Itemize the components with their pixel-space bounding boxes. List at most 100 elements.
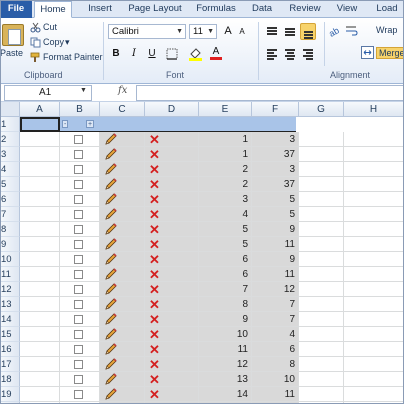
cell-g[interactable] <box>299 162 344 177</box>
expand-icon[interactable]: + <box>86 120 95 128</box>
delete-x-icon[interactable]: ✕ <box>149 148 160 161</box>
cell-b[interactable] <box>60 192 100 207</box>
cell-g[interactable] <box>299 357 344 372</box>
cell-h[interactable] <box>344 327 404 342</box>
pencil-icon[interactable] <box>104 193 118 206</box>
fill-color-icon[interactable] <box>188 46 204 61</box>
cell-h[interactable] <box>344 177 404 192</box>
delete-x-icon[interactable]: ✕ <box>149 133 160 146</box>
cell-a[interactable] <box>20 342 60 357</box>
pencil-icon[interactable] <box>104 328 118 341</box>
cell-a[interactable] <box>20 252 60 267</box>
cell-f[interactable]: 11 <box>252 267 299 282</box>
tab-review[interactable]: Review <box>284 1 326 18</box>
cell-b[interactable] <box>60 297 100 312</box>
align-left-button[interactable] <box>264 46 280 61</box>
cell-e[interactable]: 14 <box>199 387 252 402</box>
cell-h[interactable] <box>344 342 404 357</box>
row-header[interactable]: 6 <box>0 192 20 207</box>
cell-f[interactable]: 5 <box>252 192 299 207</box>
column-header-f[interactable]: F <box>252 102 299 117</box>
scissors-icon[interactable] <box>30 22 41 33</box>
cell-a[interactable] <box>20 387 60 402</box>
pencil-icon[interactable] <box>104 133 118 146</box>
bold-button[interactable]: B <box>108 46 124 61</box>
copy-dropdown-icon[interactable]: ▾ <box>65 37 70 48</box>
checkbox-icon[interactable] <box>74 270 83 279</box>
cell-b[interactable] <box>60 132 100 147</box>
cell-f[interactable]: 9 <box>252 252 299 267</box>
cell-a[interactable] <box>20 147 60 162</box>
cell-d[interactable]: ✕ <box>145 282 199 297</box>
cell-e[interactable]: 2 <box>199 177 252 192</box>
delete-x-icon[interactable]: ✕ <box>149 253 160 266</box>
checkbox-icon[interactable] <box>74 285 83 294</box>
cell-d[interactable]: ✕ <box>145 372 199 387</box>
cell-g[interactable] <box>299 342 344 357</box>
delete-x-icon[interactable]: ✕ <box>149 283 160 296</box>
cell-a[interactable] <box>20 372 60 387</box>
row-header[interactable]: 10 <box>0 252 20 267</box>
cell-d[interactable]: ✕ <box>145 177 199 192</box>
checkbox-icon[interactable] <box>74 225 83 234</box>
pencil-icon[interactable] <box>104 148 118 161</box>
bottom-align-button[interactable] <box>300 23 316 40</box>
delete-x-icon[interactable]: ✕ <box>149 223 160 236</box>
cell-h[interactable] <box>344 192 404 207</box>
column-header-e[interactable]: E <box>199 102 252 117</box>
cell-e[interactable]: 13 <box>199 372 252 387</box>
cell-f[interactable]: 37 <box>252 147 299 162</box>
cell-c[interactable] <box>100 267 145 282</box>
row-header[interactable]: 18 <box>0 372 20 387</box>
row-header[interactable]: 13 <box>0 297 20 312</box>
underline-button[interactable]: U <box>144 46 160 61</box>
pencil-icon[interactable] <box>104 163 118 176</box>
cell-c[interactable] <box>100 237 145 252</box>
font-name-combo[interactable]: Calibri ▼ <box>108 24 186 39</box>
delete-x-icon[interactable]: ✕ <box>149 268 160 281</box>
chevron-down-icon[interactable]: ▼ <box>176 25 183 38</box>
cell-h[interactable] <box>344 237 404 252</box>
delete-x-icon[interactable]: ✕ <box>149 388 160 401</box>
cell-e[interactable]: 12 <box>199 357 252 372</box>
cell-a[interactable] <box>20 297 60 312</box>
checkbox-icon[interactable] <box>74 300 83 309</box>
checkbox-icon[interactable] <box>74 240 83 249</box>
cell-a[interactable] <box>20 177 60 192</box>
cell-f[interactable]: 8 <box>252 357 299 372</box>
column-header-b[interactable]: B <box>60 102 100 117</box>
checkbox-icon[interactable] <box>74 390 83 399</box>
cell-a[interactable] <box>20 192 60 207</box>
font-color-button[interactable]: A <box>208 44 224 60</box>
paste-icon[interactable] <box>2 24 24 46</box>
cell-d[interactable]: ✕ <box>145 252 199 267</box>
delete-x-icon[interactable]: ✕ <box>149 328 160 341</box>
tab-insert[interactable]: Insert <box>80 1 120 18</box>
cell-h[interactable] <box>344 267 404 282</box>
checkbox-icon[interactable] <box>74 195 83 204</box>
row-header[interactable]: 16 <box>0 342 20 357</box>
cell-g[interactable] <box>299 237 344 252</box>
pencil-icon[interactable] <box>104 268 118 281</box>
cell-c[interactable] <box>100 177 145 192</box>
cell-g[interactable] <box>299 222 344 237</box>
row-header[interactable]: 3 <box>0 147 20 162</box>
cell-b[interactable] <box>60 282 100 297</box>
chevron-down-icon[interactable]: ▼ <box>207 25 214 38</box>
cell-h[interactable] <box>344 357 404 372</box>
cell-g[interactable] <box>299 327 344 342</box>
cell-g[interactable] <box>299 297 344 312</box>
delete-x-icon[interactable]: ✕ <box>149 208 160 221</box>
cell-e[interactable]: 10 <box>199 327 252 342</box>
cell-a[interactable] <box>20 162 60 177</box>
wrap-text-icon[interactable] <box>345 25 358 37</box>
copy-icon[interactable] <box>30 37 41 48</box>
delete-x-icon[interactable]: ✕ <box>149 298 160 311</box>
cell-e[interactable]: 11 <box>199 342 252 357</box>
insert-function-button[interactable]: fx <box>118 85 127 96</box>
cell-e[interactable]: 8 <box>199 297 252 312</box>
format-painter-icon[interactable] <box>30 52 41 63</box>
cell-a[interactable] <box>20 267 60 282</box>
row-header[interactable]: 9 <box>0 237 20 252</box>
cell-c[interactable] <box>100 342 145 357</box>
